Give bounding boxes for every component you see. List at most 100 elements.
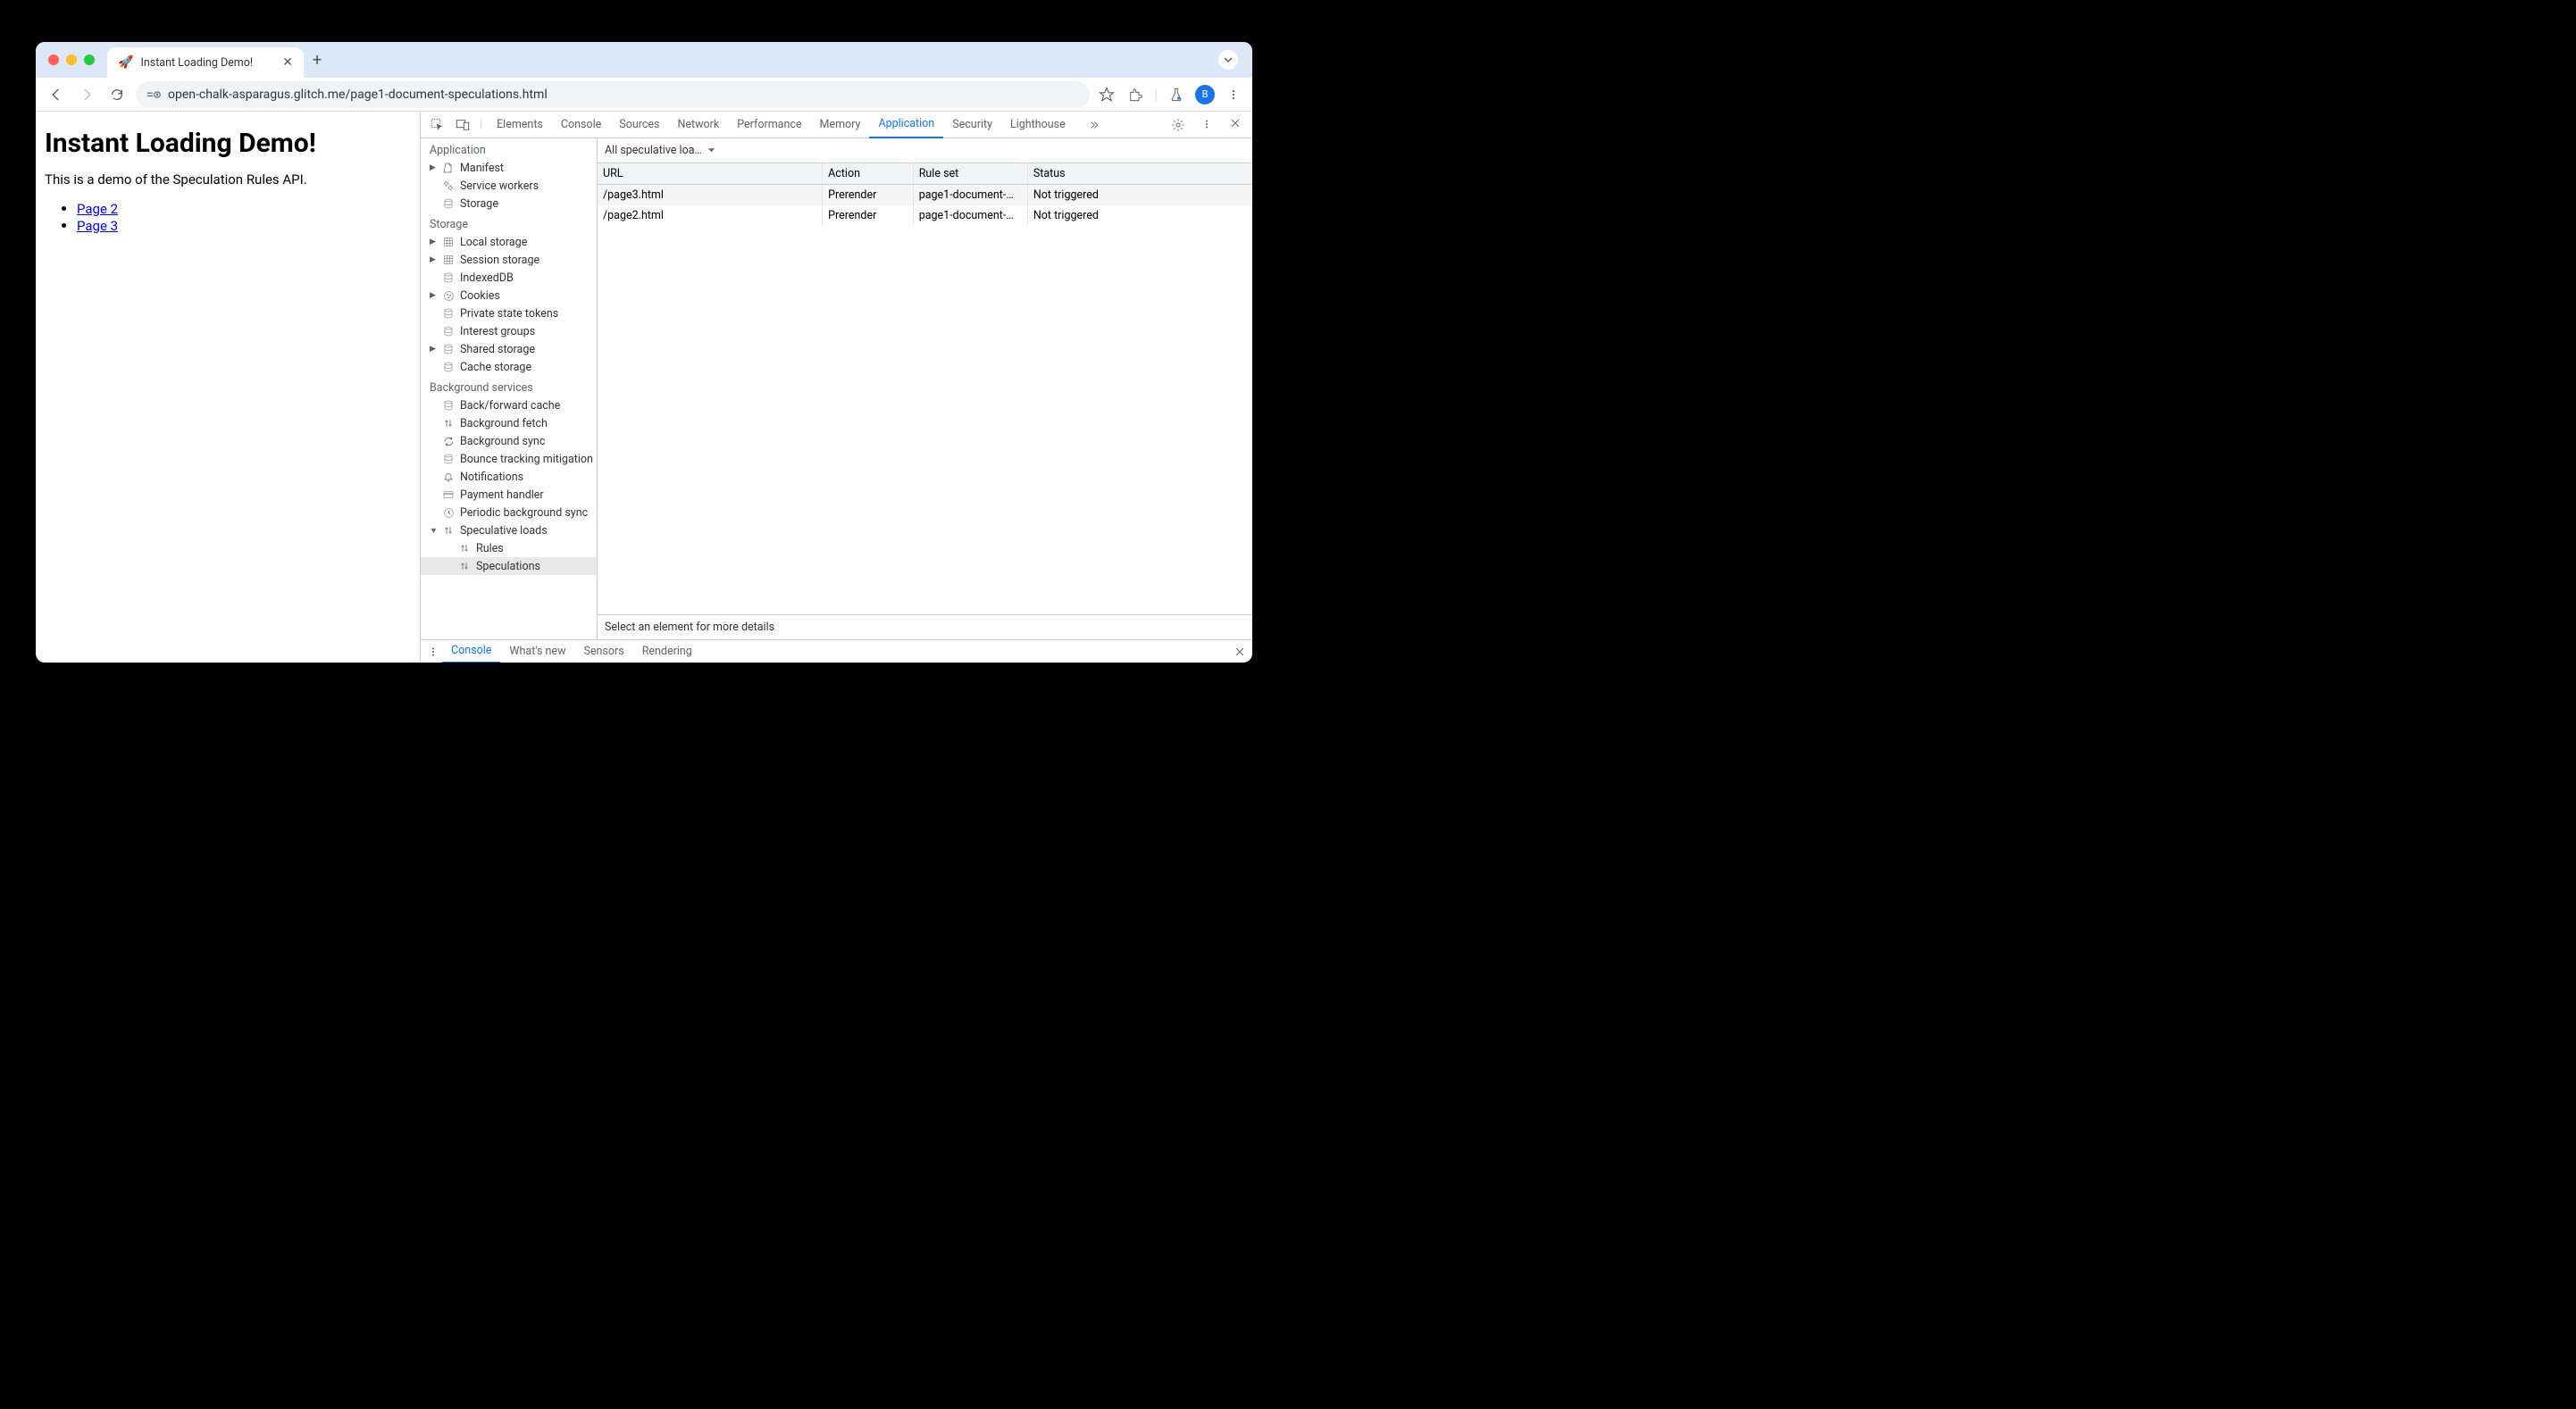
minimize-window-button[interactable]	[66, 54, 77, 65]
grid-icon	[442, 254, 455, 265]
sidebar-item-label: Background fetch	[460, 417, 548, 430]
device-toggle-icon[interactable]	[451, 118, 474, 132]
drawer-tab-what-s-new[interactable]: What's new	[500, 640, 574, 663]
favicon-icon: 🚀	[118, 55, 133, 70]
sidebar-item-label: Manifest	[460, 162, 504, 175]
sidebar-item-cache-storage[interactable]: Cache storage	[421, 358, 597, 376]
col-url[interactable]: URL	[598, 163, 823, 184]
cell-action: Prerender	[823, 205, 914, 226]
sidebar-item-manifest[interactable]: ▶Manifest	[421, 159, 597, 177]
address-bar[interactable]: open-chalk-asparagus.glitch.me/page1-doc…	[136, 81, 1090, 108]
browser-tab[interactable]: 🚀 Instant Loading Demo! ✕	[107, 47, 304, 78]
sidebar-item-payment-handler[interactable]: Payment handler	[421, 486, 597, 504]
tab-list-chevron-icon[interactable]	[1218, 50, 1238, 70]
sidebar-item-shared-storage[interactable]: ▶Shared storage	[421, 340, 597, 358]
sidebar-item-label: Periodic background sync	[460, 506, 588, 520]
table-row[interactable]: /page2.htmlPrerenderpage1-document-…Not …	[598, 205, 1252, 226]
toolbar-right: | B	[1097, 85, 1243, 104]
sidebar-item-periodic-background-sync[interactable]: Periodic background sync	[421, 504, 597, 521]
drawer-menu-icon[interactable]	[428, 646, 439, 658]
sidebar-item-label: Storage	[460, 197, 498, 211]
sidebar-item-session-storage[interactable]: ▶ Session storage	[421, 251, 597, 269]
browser-toolbar: open-chalk-asparagus.glitch.me/page1-doc…	[36, 78, 1252, 112]
cell-ruleset: page1-document-…	[914, 185, 1028, 205]
bookmark-icon[interactable]	[1097, 85, 1117, 104]
devtools-tab-security[interactable]: Security	[943, 112, 1001, 138]
site-info-icon[interactable]	[146, 89, 161, 100]
details-hint: Select an element for more details	[598, 615, 1252, 639]
devtools-settings-icon[interactable]	[1167, 118, 1190, 132]
sidebar-section-title: Storage	[421, 213, 597, 233]
close-window-button[interactable]	[48, 54, 59, 65]
labs-icon[interactable]	[1167, 85, 1186, 104]
close-tab-icon[interactable]: ✕	[282, 55, 293, 70]
drawer-tab-sensors[interactable]: Sensors	[574, 640, 632, 663]
drawer-close-icon[interactable]	[1234, 646, 1245, 657]
drawer-tab-console[interactable]: Console	[442, 640, 500, 663]
sidebar-item-indexeddb[interactable]: IndexedDB	[421, 269, 597, 287]
sidebar-item-background-fetch[interactable]: Background fetch	[421, 414, 597, 432]
devtools-tab-memory[interactable]: Memory	[811, 112, 870, 138]
col-action[interactable]: Action	[823, 163, 914, 184]
col-status[interactable]: Status	[1028, 163, 1252, 184]
maximize-window-button[interactable]	[84, 54, 95, 65]
sidebar-item-label: Speculations	[476, 560, 540, 573]
forward-button[interactable]	[75, 83, 98, 106]
cell-ruleset: page1-document-…	[914, 205, 1028, 226]
sidebar-item-cookies[interactable]: ▶Cookies	[421, 287, 597, 304]
speculations-filter-dropdown[interactable]: All speculative loa…	[598, 138, 1252, 163]
devtools-panel: | ElementsConsoleSourcesNetworkPerforman…	[420, 112, 1252, 663]
expand-arrow-icon: ▶	[430, 255, 437, 264]
sidebar-item-label: Private state tokens	[460, 307, 558, 321]
table-header: URL Action Rule set Status	[598, 163, 1252, 185]
sidebar-item-label: Notifications	[460, 471, 523, 484]
profile-avatar[interactable]: B	[1195, 85, 1215, 104]
sidebar-item-speculative-loads[interactable]: ▼Speculative loads	[421, 521, 597, 539]
devtools-tab-lighthouse[interactable]: Lighthouse	[1001, 112, 1075, 138]
sidebar-item-bounce-tracking-mitigation[interactable]: Bounce tracking mitigation	[421, 450, 597, 468]
speculations-table: URL Action Rule set Status /page3.htmlPr…	[598, 163, 1252, 615]
back-button[interactable]	[45, 83, 68, 106]
devtools-close-icon[interactable]	[1224, 118, 1247, 132]
dropdown-chevron-icon	[707, 146, 715, 154]
sync-icon	[442, 436, 455, 447]
browser-menu-icon[interactable]	[1224, 85, 1243, 104]
sidebar-item-interest-groups[interactable]: Interest groups	[421, 322, 597, 340]
col-ruleset[interactable]: Rule set	[914, 163, 1028, 184]
new-tab-button[interactable]: +	[313, 51, 322, 70]
sidebar-item-service-workers[interactable]: Service workers	[421, 177, 597, 195]
devtools-tab-network[interactable]: Network	[668, 112, 728, 138]
db-icon	[442, 197, 455, 210]
devtools-tab-performance[interactable]: Performance	[728, 112, 810, 138]
reload-button[interactable]	[105, 83, 129, 106]
sidebar-item-local-storage[interactable]: ▶Local storage	[421, 233, 597, 251]
sidebar-item-private-state-tokens[interactable]: Private state tokens	[421, 304, 597, 322]
devtools-tab-elements[interactable]: Elements	[488, 112, 552, 138]
page-link[interactable]: Page 3	[77, 218, 118, 234]
sidebar-item-background-sync[interactable]: Background sync	[421, 432, 597, 450]
page-description: This is a demo of the Speculation Rules …	[45, 171, 411, 188]
table-row[interactable]: /page3.htmlPrerenderpage1-document-…Not …	[598, 185, 1252, 205]
inspect-icon[interactable]	[426, 118, 449, 132]
devtools-menu-icon[interactable]	[1195, 118, 1218, 132]
tab-title: Instant Loading Demo!	[140, 56, 275, 70]
cell-status: Not triggered	[1028, 205, 1252, 226]
devtools-tab-console[interactable]: Console	[552, 112, 610, 138]
devtools-tab-application[interactable]: Application	[869, 112, 943, 138]
db-icon	[442, 307, 455, 320]
sidebar-item-speculations[interactable]: Speculations	[421, 557, 597, 575]
sidebar-item-label: Session storage	[460, 254, 539, 267]
drawer-tab-rendering[interactable]: Rendering	[633, 640, 701, 663]
sidebar-item-notifications[interactable]: Notifications	[421, 468, 597, 486]
more-tabs-icon[interactable]	[1082, 119, 1105, 131]
sidebar-item-storage[interactable]: Storage	[421, 195, 597, 213]
sidebar-item-rules[interactable]: Rules	[421, 539, 597, 557]
extensions-icon[interactable]	[1125, 85, 1145, 104]
devtools-tab-sources[interactable]: Sources	[610, 112, 668, 138]
tab-strip: 🚀 Instant Loading Demo! ✕ +	[36, 42, 1252, 78]
db-icon	[442, 361, 455, 373]
sidebar-item-back-forward-cache[interactable]: Back/forward cache	[421, 396, 597, 414]
page-link[interactable]: Page 2	[77, 201, 118, 217]
url-text: open-chalk-asparagus.glitch.me/page1-doc…	[168, 88, 548, 102]
speculations-panel: All speculative loa… URL Action Rule set…	[598, 138, 1252, 639]
